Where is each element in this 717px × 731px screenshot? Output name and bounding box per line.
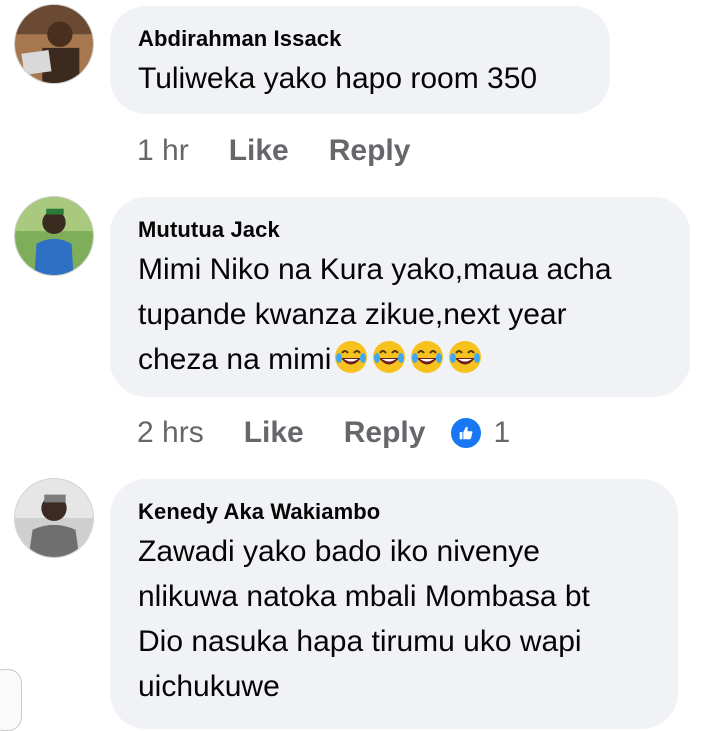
laughing-tears-emoji-icon [449, 341, 482, 373]
comment-timestamp[interactable]: 2 hrs [137, 416, 204, 450]
avatar[interactable] [14, 478, 94, 558]
avatar[interactable] [14, 4, 94, 84]
comment-text-line: nlikuwa natoka mbali Mombasa bt [138, 580, 590, 613]
comment-bubble: Mututua Jack Mimi Niko na Kura yako,maua… [110, 197, 690, 397]
laughing-tears-emoji-icon [335, 341, 368, 373]
comment-bubble: Kenedy Aka Wakiambo Zawadi yako bado iko… [110, 479, 678, 729]
reply-button[interactable]: Reply [329, 134, 411, 168]
comment-actions: 1 hr Like Reply [137, 131, 450, 171]
comment-actions: 2 hrs Like Reply 1 [137, 413, 510, 453]
comment-text-line: Zawadi yako bado iko nivenye [138, 535, 540, 568]
laughing-tears-emoji-icon [411, 341, 444, 373]
user-avatar-icon [15, 479, 93, 557]
laughing-tears-emoji-icon [373, 341, 406, 373]
reaction-count: 1 [493, 416, 511, 449]
comment-text: Zawadi yako bado iko nivenye nlikuwa nato… [138, 529, 650, 709]
comment-text-line: tupande kwanza zikue,next year [138, 298, 567, 331]
like-button[interactable]: Like [229, 134, 289, 168]
comment-text-line: uichukuwe [138, 670, 280, 703]
comment-author[interactable]: Mututua Jack [138, 217, 662, 243]
comment-timestamp[interactable]: 1 hr [137, 134, 189, 168]
comment-author[interactable]: Abdirahman Issack [138, 26, 582, 52]
comment-text-line: Mimi Niko na Kura yako,maua acha [138, 253, 612, 286]
user-avatar-icon [15, 5, 93, 83]
reaction-summary[interactable]: 1 [449, 416, 510, 450]
user-avatar-icon [15, 197, 93, 275]
comment-author[interactable]: Kenedy Aka Wakiambo [138, 499, 650, 525]
comment-text-line: Dio nasuka hapa tirumu uko wapi [138, 625, 582, 658]
like-button[interactable]: Like [244, 416, 304, 450]
avatar[interactable] [14, 196, 94, 276]
comment-text: Mimi Niko na Kura yako,maua acha tupande … [138, 247, 662, 382]
comment-bubble: Abdirahman Issack Tuliweka yako hapo roo… [110, 6, 610, 114]
scroll-handle[interactable] [0, 669, 22, 731]
comment-text-line: cheza na mimi [138, 343, 332, 376]
reply-button[interactable]: Reply [344, 416, 426, 450]
thumbs-up-reaction-icon [449, 416, 484, 450]
comment-text: Tuliweka yako hapo room 350 [138, 62, 538, 95]
